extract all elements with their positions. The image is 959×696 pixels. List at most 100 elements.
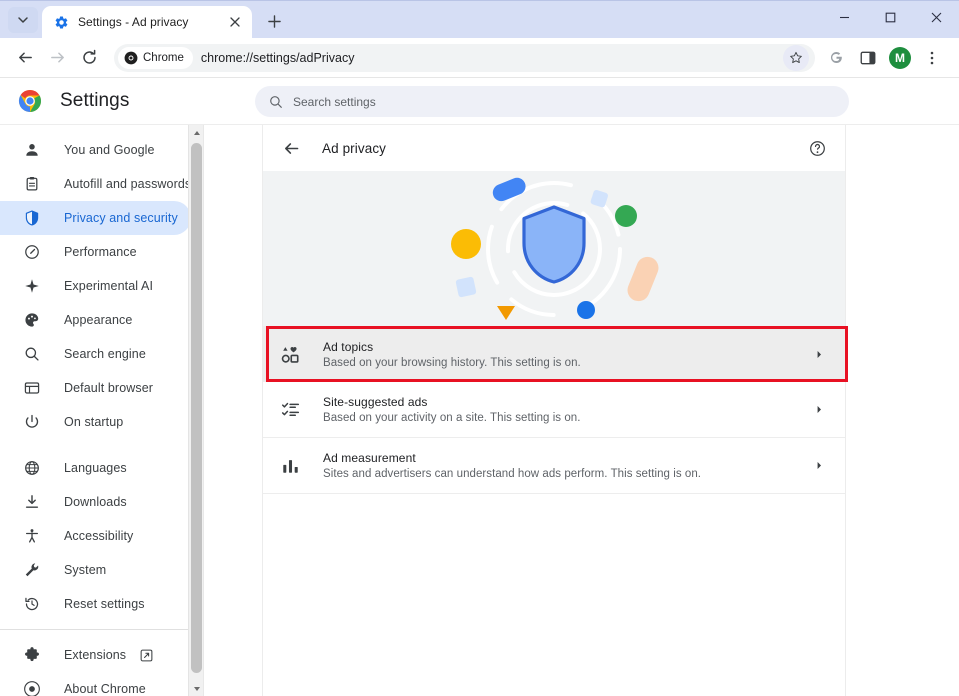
globe-icon	[22, 458, 42, 478]
magnifier-icon	[22, 344, 42, 364]
wrench-icon	[22, 560, 42, 580]
toolbar-right-icons: M	[821, 43, 949, 73]
chevron-right-icon	[809, 456, 829, 476]
sidebar-item-label: Languages	[64, 461, 127, 475]
checklist-icon	[279, 399, 301, 421]
back-arrow-icon[interactable]	[277, 134, 305, 162]
sparkle-icon	[22, 276, 42, 296]
reload-icon[interactable]	[74, 43, 104, 73]
sidebar-item-languages[interactable]: Languages	[0, 451, 191, 485]
search-input[interactable]: Search settings	[255, 86, 849, 117]
window-controls	[821, 1, 959, 38]
sidebar-item-appearance[interactable]: Appearance	[0, 303, 191, 337]
sidebar-item-system[interactable]: System	[0, 553, 191, 587]
search-placeholder: Search settings	[293, 94, 376, 109]
sidebar-item-about-chrome[interactable]: About Chrome	[0, 672, 191, 696]
sidebar-item-label: Experimental AI	[64, 279, 154, 293]
sidebar-item-default-browser[interactable]: Default browser	[0, 371, 191, 405]
google-g-icon[interactable]	[821, 43, 851, 73]
forward-arrow-icon[interactable]	[42, 43, 72, 73]
chrome-origin-chip[interactable]: Chrome	[118, 46, 193, 69]
sidebar-item-downloads[interactable]: Downloads	[0, 485, 191, 519]
tab-search-icon[interactable]	[8, 7, 38, 33]
setting-subtitle: Sites and advertisers can understand how…	[323, 468, 702, 480]
back-arrow-icon[interactable]	[10, 43, 40, 73]
ad-privacy-title: Ad privacy	[322, 140, 387, 156]
ad-privacy-card: Ad privacy Ad topics Based on your brows…	[262, 125, 848, 696]
sidebar-item-label: Autofill and passwords	[64, 177, 192, 191]
chrome-logo-icon	[18, 89, 42, 113]
address-bar[interactable]: Chrome chrome://settings/adPrivacy	[114, 43, 815, 72]
ad-topics-shapes-icon	[279, 343, 301, 365]
scroll-up-icon[interactable]	[189, 125, 203, 140]
help-icon[interactable]	[803, 134, 831, 162]
sidebar-item-label: Accessibility	[64, 529, 134, 543]
setting-row-text: Ad measurement Sites and advertisers can…	[323, 451, 809, 480]
sidebar-item-accessibility[interactable]: Accessibility	[0, 519, 191, 553]
accessibility-icon	[22, 526, 42, 546]
sidebar-item-you-and-google[interactable]: You and Google	[0, 133, 191, 167]
sidebar-divider	[0, 629, 203, 630]
sidebar-item-label: Default browser	[64, 381, 154, 395]
sidebar-item-performance[interactable]: Performance	[0, 235, 191, 269]
sidebar-item-autofill-and-passwords[interactable]: Autofill and passwords	[0, 167, 191, 201]
page-title: Settings	[60, 90, 130, 111]
setting-row-text: Ad topics Based on your browsing history…	[323, 340, 809, 369]
browser-toolbar: Chrome chrome://settings/adPrivacy M	[0, 38, 959, 78]
bookmark-star-icon[interactable]	[783, 44, 809, 71]
palette-icon	[22, 310, 42, 330]
scroll-down-icon[interactable]	[189, 681, 203, 696]
setting-row-text: Site-suggested ads Based on your activit…	[323, 395, 809, 424]
sidebar-item-search-engine[interactable]: Search engine	[0, 337, 191, 371]
external-link-icon	[140, 649, 153, 662]
sidebar-item-label: Privacy and security	[64, 211, 178, 225]
tabstrip-left-padding	[0, 1, 8, 38]
bar-chart-icon	[279, 455, 301, 477]
minimize-icon[interactable]	[821, 1, 867, 33]
close-icon[interactable]	[226, 13, 244, 31]
sidebar-item-reset-settings[interactable]: Reset settings	[0, 587, 191, 621]
sidebar-nav-list: You and Google Autofill and passwords Pr…	[0, 125, 203, 696]
settings-main-content: Ad privacy Ad topics Based on your brows…	[203, 125, 959, 696]
avatar-initial: M	[889, 46, 911, 69]
sidebar-item-on-startup[interactable]: On startup	[0, 405, 191, 439]
setting-title: Ad measurement	[323, 451, 416, 465]
sidebar-item-label: About Chrome	[64, 682, 146, 696]
gear-icon	[53, 14, 69, 30]
sidebar-item-label: Search engine	[64, 347, 146, 361]
chrome-chip-label: Chrome	[143, 51, 184, 64]
sidebar-item-label: On startup	[64, 415, 124, 429]
shield-icon	[22, 208, 42, 228]
sidebar-item-label: System	[64, 563, 107, 577]
setting-title: Site-suggested ads	[323, 395, 428, 409]
side-panel-icon[interactable]	[853, 43, 883, 73]
chrome-menu-icon[interactable]	[917, 43, 947, 73]
sidebar-item-label: Appearance	[64, 313, 133, 327]
browser-tab[interactable]: Settings - Ad privacy	[42, 6, 252, 38]
speedometer-icon	[22, 242, 42, 262]
sidebar-scrollbar[interactable]	[188, 125, 203, 696]
chrome-browser-window: Settings - Ad privacy Chrome chrome://se…	[0, 0, 959, 696]
sidebar-group-spacer	[0, 439, 203, 451]
clipboard-icon	[22, 174, 42, 194]
maximize-icon[interactable]	[867, 1, 913, 33]
scrollbar-thumb[interactable]	[191, 143, 202, 673]
avatar[interactable]: M	[885, 43, 915, 73]
browser-icon	[22, 378, 42, 398]
sidebar-item-label: Performance	[64, 245, 137, 259]
privacy-shield-illustration	[263, 171, 845, 326]
sidebar-item-extensions[interactable]: Extensions	[0, 638, 191, 672]
setting-row-ad-measurement[interactable]: Ad measurement Sites and advertisers can…	[263, 438, 845, 494]
sidebar-item-label: Extensions	[64, 648, 127, 662]
chrome-logo-icon	[22, 679, 42, 696]
setting-title: Ad topics	[323, 339, 374, 354]
setting-row-site-suggested-ads[interactable]: Site-suggested ads Based on your activit…	[263, 382, 845, 438]
setting-row-ad-topics[interactable]: Ad topics Based on your browsing history…	[263, 326, 848, 382]
chevron-right-icon	[809, 344, 829, 364]
page-header: Ad privacy	[263, 125, 845, 171]
new-tab-icon[interactable]	[260, 7, 288, 35]
close-window-icon[interactable]	[913, 1, 959, 33]
sidebar-item-experimental-ai[interactable]: Experimental AI	[0, 269, 191, 303]
puzzle-icon	[22, 645, 42, 665]
sidebar-item-privacy-and-security[interactable]: Privacy and security	[0, 201, 191, 235]
